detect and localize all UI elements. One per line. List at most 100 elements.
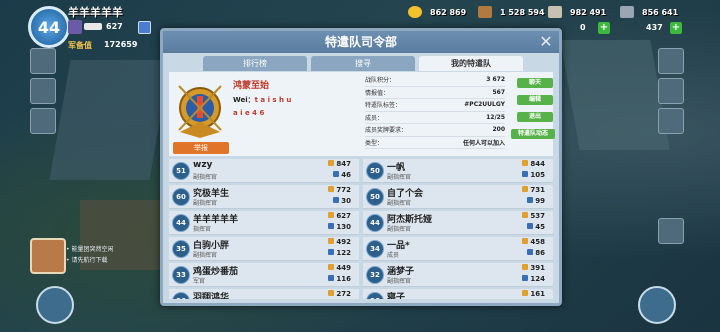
member-level: 60 <box>172 188 190 206</box>
member-rank: 指挥官 <box>193 226 212 233</box>
clan-badge-icon[interactable] <box>138 21 151 34</box>
member-level: 44 <box>172 214 190 232</box>
action-buttons: 聊天 编辑 退出 特遣队动态 <box>511 78 555 146</box>
chat-line-2: • 请先航行下载 <box>66 257 108 264</box>
tab-my-taskforce[interactable]: 我的特遣队 <box>419 56 523 71</box>
chat-preview[interactable]: • 能量团突然空闲 • 请先航行下载 <box>30 238 150 276</box>
member-rank: 副指挥官 <box>387 278 412 285</box>
dialog-tabs: 排行榜 搜寻 我的特遣队 <box>203 56 523 71</box>
wood-resource: 1 528 594 <box>478 5 545 19</box>
edit-button[interactable]: 编辑 <box>517 95 553 105</box>
tab-search[interactable]: 搜寻 <box>311 56 415 71</box>
member-intel: 105 <box>522 171 545 179</box>
member-intel: 86 <box>527 249 545 257</box>
report-button[interactable]: 举报 <box>173 142 229 154</box>
iron-resource: 856 641 <box>620 5 678 19</box>
stone-resource: 982 491 <box>548 5 606 19</box>
intel-icon <box>527 223 534 229</box>
member-row[interactable]: 60 究极羊生 副指挥官 772 30 <box>169 185 359 209</box>
friends-button[interactable] <box>658 48 684 74</box>
member-row[interactable]: 44 羊羊羊羊羊 指挥官 627 130 <box>169 211 359 235</box>
stat-row: 特遣队标签： #PC2UULGY <box>365 99 505 112</box>
tab-leaderboard[interactable]: 排行榜 <box>203 56 307 71</box>
avatar <box>30 238 66 274</box>
close-icon[interactable]: ✕ <box>537 33 555 51</box>
member-medals: 449 <box>328 264 351 272</box>
intel-icon <box>328 223 335 229</box>
member-row[interactable]: 35 白驹小胖 副指挥官 492 122 <box>169 237 359 261</box>
news-button[interactable] <box>658 78 684 104</box>
trophy-progress-bar <box>84 23 102 30</box>
trophy-count: 627 <box>106 22 123 31</box>
calendar-button[interactable] <box>30 78 56 104</box>
medal-icon <box>328 212 335 218</box>
member-medals: 492 <box>328 238 351 246</box>
member-level: 33 <box>172 266 190 284</box>
member-rank: 副指挥官 <box>387 226 412 233</box>
member-rank: 副指挥官 <box>193 174 218 181</box>
stat-row: 类型： 任何人可以加入 <box>365 137 505 149</box>
member-row[interactable]: 44 阿杰斯托娅 副指挥官 537 45 <box>363 211 553 235</box>
tasks-button[interactable] <box>658 108 684 134</box>
stat-row: 战队积分： 3 672 <box>365 74 505 87</box>
member-rank: 成员 <box>387 252 400 259</box>
member-column-right: 50 一帆 副指挥官 844 105 50 自了个会 副指挥官 731 99 44 阿杰斯托娅 副指挥官… <box>363 159 553 299</box>
member-medals: 844 <box>522 160 545 168</box>
member-medals: 458 <box>522 238 545 246</box>
member-row[interactable]: 51 wzy 副指挥官 847 46 <box>169 159 359 183</box>
intel-icon <box>333 171 340 177</box>
member-intel: 130 <box>328 223 351 231</box>
medal-icon <box>328 160 335 166</box>
add-diamond-button-b[interactable]: + <box>670 22 682 34</box>
member-row[interactable]: 32 涵梦子 副指挥官 391 124 <box>363 263 553 287</box>
map-button[interactable] <box>30 48 56 74</box>
settings-gear-icon[interactable] <box>30 108 56 134</box>
member-row[interactable]: 26寝子 161 <box>363 289 553 299</box>
member-level: 51 <box>172 162 190 180</box>
medal-icon <box>522 186 529 192</box>
medal-icon <box>328 290 335 296</box>
member-row[interactable]: 50 自了个会 副指挥官 731 99 <box>363 185 553 209</box>
taskforce-description: Wei：t a i s h u a i e 4 6 <box>233 96 292 117</box>
taskforce-news-button[interactable]: 特遣队动态 <box>511 129 555 139</box>
chat-button[interactable]: 聊天 <box>517 78 553 88</box>
medal-icon <box>522 264 529 270</box>
intel-icon <box>333 197 340 203</box>
member-intel: 99 <box>527 197 545 205</box>
member-name: wzy <box>193 160 213 170</box>
intel-icon <box>527 249 534 255</box>
member-medals: 161 <box>522 290 545 298</box>
member-level: 35 <box>172 240 190 258</box>
member-row[interactable]: 34 一品* 成员 458 86 <box>363 237 553 261</box>
gift-button[interactable] <box>658 218 684 244</box>
gold-resource: 862 869 <box>408 5 466 19</box>
intel-icon <box>328 275 335 281</box>
player-level-badge[interactable]: 44 <box>28 6 70 48</box>
member-medals: 391 <box>522 264 545 272</box>
stat-row: 成员奖牌要求： 200 <box>365 124 505 137</box>
member-medals: 627 <box>328 212 351 220</box>
member-intel: 30 <box>333 197 351 205</box>
member-rank: 副指挥官 <box>387 174 412 181</box>
member-name: 羽翔鸿华 <box>193 293 230 299</box>
member-row[interactable]: 36羽翔鸿华 272 <box>169 289 359 299</box>
member-intel: 124 <box>522 275 545 283</box>
taskforce-dialog: 特遣队司令部 ✕ 排行榜 搜寻 我的特遣队 鸿蒙至始 Wei：t a i s h… <box>160 28 562 306</box>
member-level: 34 <box>366 240 384 258</box>
medal-icon <box>522 160 529 166</box>
medal-icon <box>522 212 529 218</box>
intel-icon <box>522 275 529 281</box>
attack-compass-button[interactable] <box>638 286 676 324</box>
member-medals: 537 <box>522 212 545 220</box>
member-intel: 122 <box>328 249 351 257</box>
member-row[interactable]: 50 一帆 副指挥官 844 105 <box>363 159 553 183</box>
build-hammer-button[interactable] <box>36 286 74 324</box>
leave-button[interactable]: 退出 <box>517 112 553 122</box>
medal-icon <box>328 238 335 244</box>
add-diamond-button-a[interactable]: + <box>598 22 610 34</box>
wood-icon <box>478 6 492 18</box>
taskforce-emblem-icon <box>178 85 222 138</box>
member-list[interactable]: 51 wzy 副指挥官 847 46 60 究极羊生 副指挥官 772 30 44 羊羊羊羊羊 指挥官 6… <box>169 159 553 299</box>
member-row[interactable]: 33 鸡蛋炒番茄 军官 449 116 <box>169 263 359 287</box>
dialog-title: 特遣队司令部 <box>163 31 559 53</box>
